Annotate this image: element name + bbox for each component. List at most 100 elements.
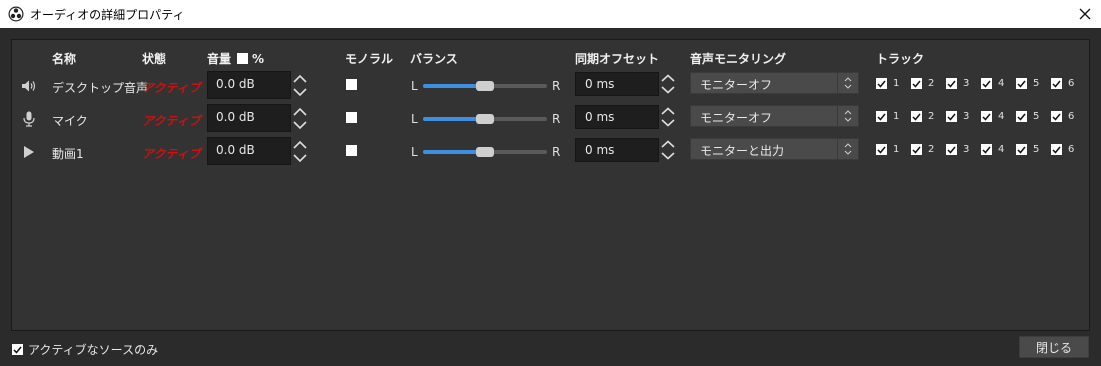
track-3[interactable]: 3: [946, 144, 969, 155]
check-icon[interactable]: [876, 78, 887, 89]
chevron-up-icon[interactable]: [659, 138, 677, 150]
sync-offset-input[interactable]: 0 ms: [575, 72, 659, 96]
balance-left-label: L: [411, 79, 418, 93]
chevron-up-icon[interactable]: [659, 105, 677, 117]
updown-arrows-icon: [837, 139, 858, 159]
check-icon[interactable]: [1016, 111, 1027, 122]
chevron-up-icon[interactable]: [291, 71, 309, 85]
track-5[interactable]: 5: [1016, 111, 1039, 122]
track-label: 1: [893, 111, 900, 122]
close-button[interactable]: 閉じる: [1019, 336, 1089, 358]
volume-stepper[interactable]: [291, 137, 309, 165]
monitoring-dropdown[interactable]: モニターオフ: [690, 105, 859, 127]
check-icon[interactable]: [1051, 78, 1062, 89]
track-label: 6: [1068, 78, 1075, 89]
header-monitoring: 音声モニタリング: [690, 52, 787, 66]
updown-arrows-icon: [837, 106, 858, 126]
track-label: 1: [893, 144, 900, 155]
check-icon[interactable]: [1051, 144, 1062, 155]
track-5[interactable]: 5: [1016, 144, 1039, 155]
track-3[interactable]: 3: [946, 78, 969, 89]
play-icon: [21, 144, 37, 160]
check-icon[interactable]: [911, 78, 922, 89]
chevron-up-icon[interactable]: [659, 72, 677, 84]
check-icon[interactable]: [876, 144, 887, 155]
chevron-down-icon[interactable]: [291, 85, 309, 99]
close-icon: [1079, 8, 1091, 20]
check-icon[interactable]: [911, 144, 922, 155]
chevron-down-icon[interactable]: [659, 150, 677, 162]
check-icon[interactable]: [12, 344, 23, 355]
monitoring-dropdown[interactable]: モニターと出力: [690, 138, 859, 160]
monitoring-value: モニターオフ: [700, 111, 773, 125]
title-bar: オーディオの詳細プロパティ: [0, 0, 1101, 28]
chevron-up-icon[interactable]: [291, 137, 309, 151]
balance-slider[interactable]: [423, 147, 547, 157]
mono-checkbox[interactable]: [346, 145, 357, 156]
status-label: アクティブ: [142, 147, 201, 161]
check-icon[interactable]: [981, 144, 992, 155]
check-icon[interactable]: [946, 144, 957, 155]
monitoring-dropdown[interactable]: モニターオフ: [690, 72, 859, 94]
header-mono: モノラル: [345, 52, 394, 66]
chevron-up-icon[interactable]: [291, 104, 309, 118]
percent-checkbox[interactable]: [237, 53, 249, 64]
volume-input[interactable]: 0.0 dB: [207, 137, 291, 165]
track-2[interactable]: 2: [911, 78, 934, 89]
mono-checkbox[interactable]: [346, 79, 357, 90]
chevron-down-icon[interactable]: [659, 117, 677, 129]
check-icon[interactable]: [876, 111, 887, 122]
balance-slider[interactable]: [423, 81, 547, 91]
track-1[interactable]: 1: [876, 78, 899, 89]
check-icon[interactable]: [1051, 111, 1062, 122]
chevron-down-icon[interactable]: [291, 118, 309, 132]
track-4[interactable]: 4: [981, 78, 1004, 89]
track-5[interactable]: 5: [1016, 78, 1039, 89]
track-6[interactable]: 6: [1051, 111, 1074, 122]
track-2[interactable]: 2: [911, 144, 934, 155]
sync-offset-stepper[interactable]: [659, 72, 677, 96]
check-icon[interactable]: [1016, 78, 1027, 89]
sync-offset-input[interactable]: 0 ms: [575, 138, 659, 162]
header-name: 名称: [52, 52, 77, 66]
track-4[interactable]: 4: [981, 111, 1004, 122]
track-label: 4: [998, 111, 1005, 122]
balance-slider-handle[interactable]: [476, 114, 494, 124]
check-icon[interactable]: [946, 78, 957, 89]
balance-right-label: R: [552, 112, 561, 126]
sync-offset-input[interactable]: 0 ms: [575, 105, 659, 129]
updown-arrows-icon: [837, 73, 858, 93]
source-name: デスクトップ音声: [52, 81, 149, 95]
active-sources-only-toggle[interactable]: アクティブなソースのみ: [12, 341, 158, 358]
balance-slider-handle[interactable]: [476, 81, 494, 91]
volume-stepper[interactable]: [291, 71, 309, 99]
header-volume: 音量: [207, 52, 232, 66]
sync-offset-stepper[interactable]: [659, 105, 677, 129]
track-3[interactable]: 3: [946, 111, 969, 122]
track-4[interactable]: 4: [981, 144, 1004, 155]
balance-left-label: L: [411, 145, 418, 159]
check-icon[interactable]: [911, 111, 922, 122]
check-icon[interactable]: [981, 78, 992, 89]
track-label: 3: [963, 78, 970, 89]
mono-checkbox[interactable]: [346, 112, 357, 123]
window-close-button[interactable]: [1069, 0, 1101, 28]
header-sync-offset: 同期オフセット: [575, 52, 660, 66]
check-icon[interactable]: [946, 111, 957, 122]
volume-stepper[interactable]: [291, 104, 309, 132]
balance-slider[interactable]: [423, 114, 547, 124]
chevron-down-icon[interactable]: [659, 84, 677, 96]
track-1[interactable]: 1: [876, 144, 899, 155]
volume-input[interactable]: 0.0 dB: [207, 71, 291, 99]
track-1[interactable]: 1: [876, 111, 899, 122]
sync-offset-stepper[interactable]: [659, 138, 677, 162]
track-6[interactable]: 6: [1051, 78, 1074, 89]
track-label: 5: [1033, 111, 1040, 122]
volume-input[interactable]: 0.0 dB: [207, 104, 291, 132]
chevron-down-icon[interactable]: [291, 151, 309, 165]
track-6[interactable]: 6: [1051, 144, 1074, 155]
check-icon[interactable]: [981, 111, 992, 122]
balance-slider-handle[interactable]: [476, 147, 494, 157]
check-icon[interactable]: [1016, 144, 1027, 155]
track-2[interactable]: 2: [911, 111, 934, 122]
